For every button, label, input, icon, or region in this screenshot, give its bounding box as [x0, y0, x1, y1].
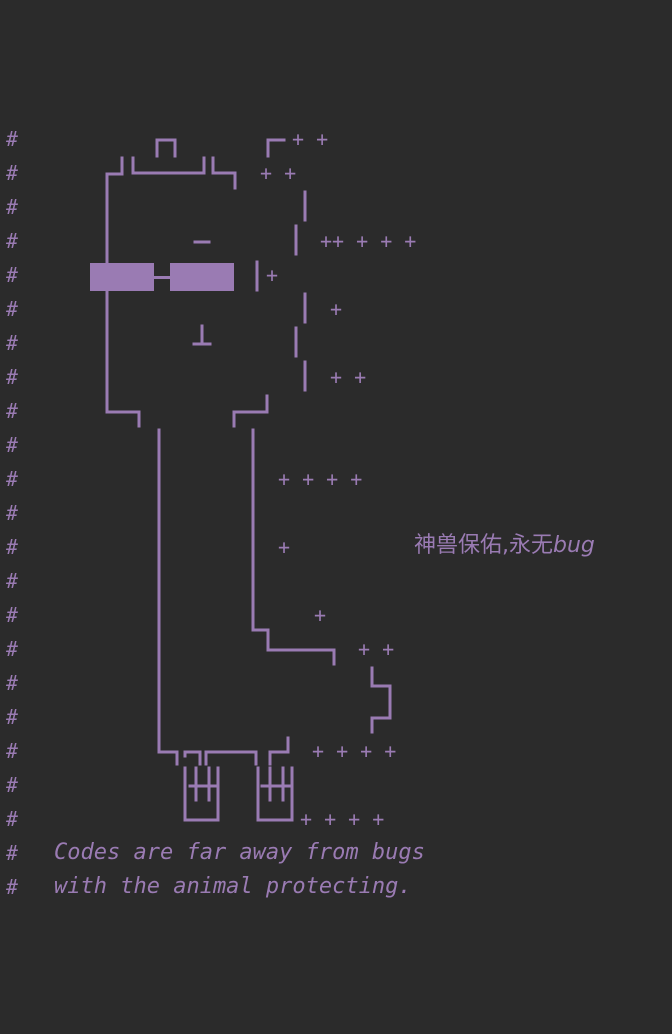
plus-mark: +	[266, 263, 279, 287]
sunglasses	[90, 263, 234, 291]
plus-mark: + +	[330, 365, 367, 389]
motto-suffix: bug	[553, 533, 595, 558]
head-top-left	[105, 156, 124, 192]
left-ear	[155, 138, 177, 158]
motto-prefix: 神兽保佑,永无	[414, 533, 553, 558]
comment-hash: #	[6, 841, 19, 865]
head-top-mid	[131, 156, 206, 175]
plus-mark: + +	[260, 161, 297, 185]
head-bottom-right	[232, 394, 269, 428]
plus-mark: + +	[358, 637, 395, 661]
neck-left	[157, 428, 179, 766]
right-ear	[266, 138, 286, 158]
plus-mark: ++ + + +	[320, 229, 417, 253]
comment-line-1: Codes are far away from bugs	[54, 840, 425, 865]
tail	[370, 666, 392, 734]
head-top-right	[211, 156, 237, 190]
comment-hash: #	[6, 875, 19, 899]
plus-mark: + + + +	[312, 739, 397, 763]
motto-text: 神兽保佑,永无bug	[414, 532, 595, 560]
code-editor[interactable]: # # # # # # # # # # # # # # # # # # # # #	[0, 0, 672, 1034]
plus-mark: + + + +	[300, 807, 385, 831]
plus-mark: + + + +	[278, 467, 363, 491]
head-left-outline	[105, 172, 141, 428]
plus-mark: +	[314, 603, 327, 627]
plus-mark: +	[330, 297, 343, 321]
plus-mark: +	[278, 535, 291, 559]
comment-line-2: with the animal protecting.	[54, 874, 412, 899]
plus-mark: + +	[292, 127, 329, 151]
